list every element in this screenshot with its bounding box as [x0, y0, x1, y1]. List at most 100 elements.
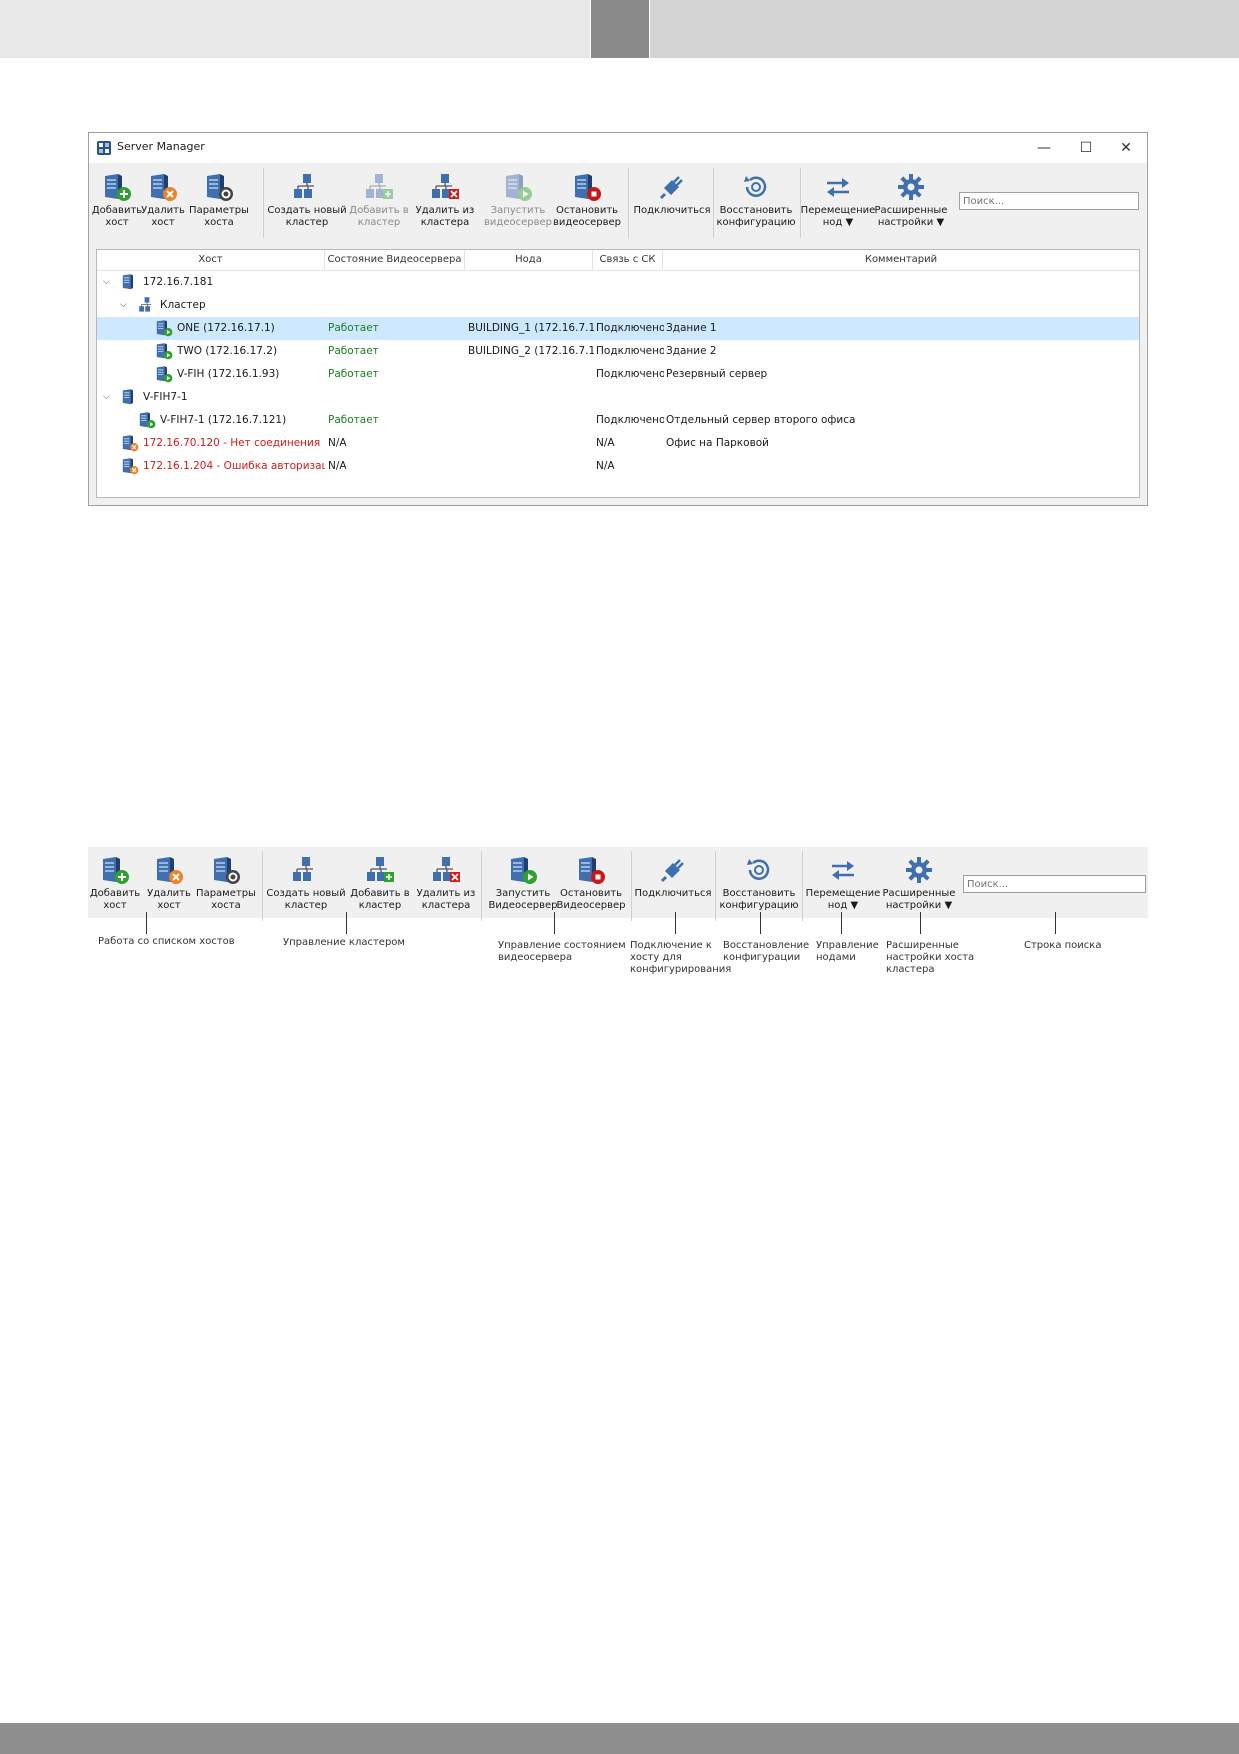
server-node-icon — [155, 340, 173, 363]
node-row[interactable]: ONE (172.16.17.1) Работает BUILDING_1 (172… — [97, 317, 1139, 340]
comment: Офис на Парковой — [666, 437, 770, 449]
videoserver-state: Работает — [328, 368, 379, 380]
host-row[interactable]: 172.16.70.120 - Нет соединения N/A N/A Офис… — [97, 432, 1139, 455]
remove-from-cluster-label: Удалить из кластера — [415, 205, 475, 228]
node-name — [468, 294, 594, 317]
move-nodes-label: Перемещение нод ▼ — [805, 888, 881, 911]
videoserver-state — [328, 294, 464, 317]
restore-config-button[interactable]: Восстановить конфигурацию — [715, 164, 797, 229]
cluster-row[interactable]: ⌵ Кластер — [97, 294, 1139, 317]
callout-leader-line — [554, 912, 555, 934]
link-status: Подключено — [596, 414, 664, 426]
page-header-band-left — [0, 0, 590, 58]
restore-config-button[interactable]: Восстановить конфигурацию — [718, 847, 800, 912]
callout-leader-line — [675, 912, 676, 934]
chevron-down-icon[interactable]: ⌵ — [120, 294, 130, 317]
host-row[interactable]: ⌵ 172.16.7.181 — [97, 271, 1139, 294]
advanced-button[interactable]: Расширенные настройки ▼ — [870, 164, 952, 229]
host-row[interactable]: 172.16.1.204 - Ошибка авторизации N/A N/A — [97, 455, 1139, 478]
close-button[interactable]: ✕ — [1105, 133, 1147, 163]
diagram-search-input[interactable] — [963, 875, 1146, 893]
host-name: TWO (172.16.17.2) — [177, 345, 278, 357]
remove-from-cluster-button[interactable]: Удалить из кластера — [405, 847, 487, 912]
node-row[interactable]: TWO (172.16.17.2) Работает BUILDING_2 (172… — [97, 340, 1139, 363]
node-row[interactable]: V-FIH7-1 (172.16.7.121) Работает Подключен… — [97, 409, 1139, 432]
server-error-icon — [121, 455, 139, 478]
host-name: ONE (172.16.17.1) — [177, 322, 275, 334]
host-row[interactable]: ⌵ V-FIH7-1 — [97, 386, 1139, 409]
toolbar-separator — [262, 851, 263, 921]
server-settings-icon — [211, 855, 241, 885]
restore-config-label: Восстановить конфигурацию — [719, 888, 799, 911]
move-nodes-button[interactable]: Перемещение нод ▼ — [797, 164, 879, 229]
callout-label: Работа со списком хостов — [98, 936, 235, 947]
server-host-icon — [121, 386, 139, 409]
node-name — [468, 432, 594, 455]
stop-videoserver-button[interactable]: Остановить видеосервер — [546, 164, 628, 229]
stop-videoserver-button[interactable]: Остановить Видеосервер — [550, 847, 632, 912]
connect-label: Подключиться — [634, 888, 712, 899]
toolbar-separator — [263, 168, 264, 238]
chevron-down-icon[interactable]: ⌵ — [103, 271, 113, 294]
link-status: N/A — [596, 437, 615, 449]
restore-icon — [741, 172, 771, 202]
column-header-comment[interactable]: Комментарий — [663, 250, 1139, 270]
node-name — [468, 363, 594, 386]
restore-icon — [744, 855, 774, 885]
column-header-link[interactable]: Связь с СК — [593, 250, 663, 270]
server-node-icon — [138, 409, 156, 432]
server-remove-icon — [154, 855, 184, 885]
node-name — [468, 455, 594, 478]
remove-from-cluster-button[interactable]: Удалить из кластера — [404, 164, 486, 229]
maximize-button[interactable]: ☐ — [1065, 133, 1107, 163]
chevron-down-icon[interactable]: ⌵ — [103, 386, 113, 409]
column-header-host[interactable]: Хост — [97, 250, 325, 270]
move-nodes-button[interactable]: Перемещение нод ▼ — [802, 847, 884, 912]
create-cluster-button[interactable]: Создать новый кластер — [266, 164, 348, 229]
cluster-icon — [291, 855, 321, 885]
host-name: V-FIH7-1 — [143, 391, 188, 403]
plug-icon — [658, 855, 688, 885]
node-row[interactable]: V-FIH (172.16.1.93) Работает Подключено Рез… — [97, 363, 1139, 386]
comment — [666, 386, 1136, 409]
connect-button[interactable]: Подключиться — [632, 847, 714, 900]
toolbar-separator — [800, 168, 801, 238]
connect-label: Подключиться — [633, 205, 711, 216]
host-params-button[interactable]: Параметры хоста — [178, 164, 260, 229]
callout-label: Управление состоянием видеосервера — [498, 940, 626, 963]
column-header-state[interactable]: Состояние Видеосервера — [325, 250, 465, 270]
host-params-button[interactable]: Параметры хоста — [185, 847, 267, 912]
minimize-button[interactable]: — — [1023, 133, 1065, 163]
videoserver-state: N/A — [328, 437, 347, 449]
cluster-remove-icon — [431, 855, 461, 885]
toolbar-separator — [628, 168, 629, 238]
node-name — [468, 386, 594, 409]
callout-label: Подключение к хосту для конфигурирования — [630, 940, 732, 975]
toolbar-separator — [631, 851, 632, 921]
column-header-node[interactable]: Нода — [465, 250, 593, 270]
server-remove-icon — [148, 172, 178, 202]
cluster-remove-icon — [430, 172, 460, 202]
server-stop-icon — [572, 172, 602, 202]
videoserver-state: Работает — [328, 345, 379, 357]
create-cluster-label: Создать новый кластер — [266, 888, 346, 911]
videoserver-state — [328, 271, 464, 294]
comment: Здание 1 — [666, 322, 717, 334]
connect-button[interactable]: Подключиться — [631, 164, 713, 217]
callout-leader-line — [760, 912, 761, 934]
node-name — [468, 271, 594, 294]
swap-arrows-icon — [823, 172, 853, 202]
create-cluster-button[interactable]: Создать новый кластер — [265, 847, 347, 912]
toolbar-separator — [713, 168, 714, 238]
advanced-button[interactable]: Расширенные настройки ▼ — [878, 847, 960, 912]
plug-icon — [657, 172, 687, 202]
cluster-add-icon — [364, 172, 394, 202]
start-videoserver-label: Запустить видеосервер — [484, 205, 552, 228]
link-status — [596, 386, 664, 409]
callout-label: Расширенные настройки хоста кластера — [886, 940, 975, 975]
link-status — [596, 271, 664, 294]
callout-label: Управление нодами — [816, 940, 879, 963]
callout-leader-line — [841, 912, 842, 934]
cluster-icon — [138, 294, 156, 317]
search-input[interactable] — [959, 192, 1139, 210]
